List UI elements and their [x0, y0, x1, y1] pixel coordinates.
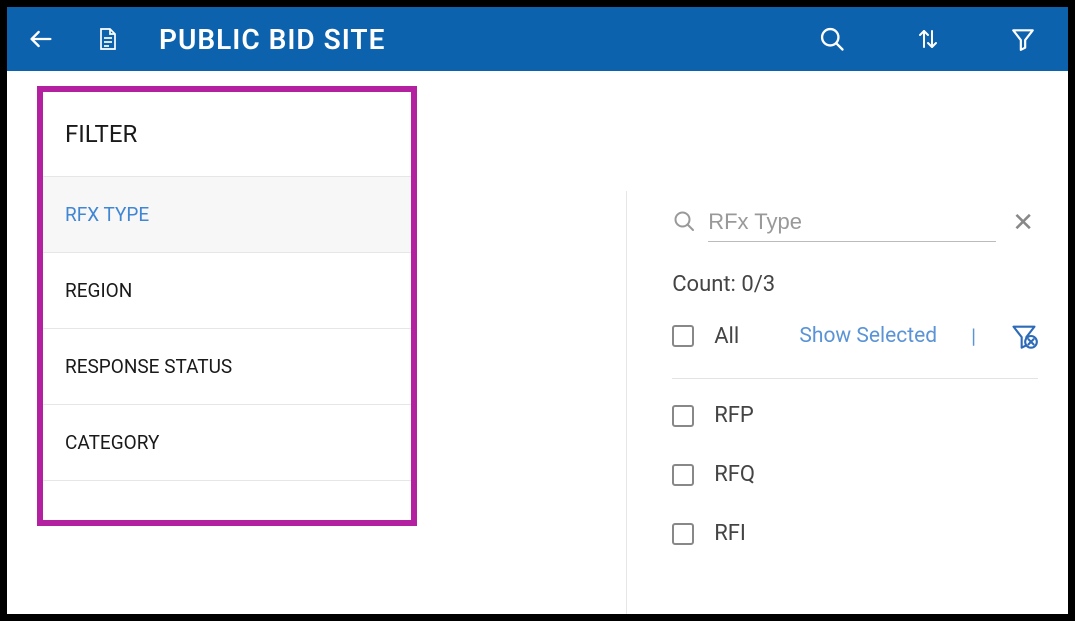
clear-search-icon[interactable]: ✕ — [1008, 208, 1038, 238]
outer-frame: PUBLIC BID SITE FILTER RFX TYPE REGION R… — [0, 0, 1075, 621]
app-header: PUBLIC BID SITE — [7, 7, 1068, 71]
filter-item-region[interactable]: REGION — [43, 253, 411, 329]
clear-filter-icon[interactable] — [1010, 322, 1038, 350]
option-row-rfp[interactable]: RFP — [672, 403, 1038, 428]
all-label: All — [714, 324, 739, 349]
option-list: RFP RFQ RFI — [672, 403, 1038, 546]
search-input[interactable] — [708, 203, 996, 242]
search-icon[interactable] — [818, 25, 846, 53]
option-label: RFQ — [714, 462, 755, 487]
option-label: RFP — [714, 403, 754, 428]
show-selected-link[interactable]: Show Selected — [799, 324, 937, 348]
checkbox-rfp[interactable] — [672, 405, 694, 427]
all-row: All Show Selected | — [672, 322, 1038, 379]
filter-icon[interactable] — [1010, 26, 1036, 52]
sort-icon[interactable] — [916, 24, 940, 54]
page-title: PUBLIC BID SITE — [159, 23, 385, 56]
header-left: PUBLIC BID SITE — [27, 23, 385, 56]
header-right — [818, 24, 1048, 54]
filter-sidebar: FILTER RFX TYPE REGION RESPONSE STATUS C… — [37, 86, 417, 526]
filter-item-response-status[interactable]: RESPONSE STATUS — [43, 329, 411, 405]
document-icon[interactable] — [95, 25, 119, 53]
option-row-rfq[interactable]: RFQ — [672, 462, 1038, 487]
divider: | — [971, 324, 976, 348]
option-row-rfi[interactable]: RFI — [672, 521, 1038, 546]
detail-panel: ✕ Count: 0/3 All Show Selected | RFP — [626, 191, 1068, 614]
checkbox-rfi[interactable] — [672, 523, 694, 545]
app-body: FILTER RFX TYPE REGION RESPONSE STATUS C… — [7, 71, 1068, 614]
app-frame: PUBLIC BID SITE FILTER RFX TYPE REGION R… — [7, 7, 1068, 614]
spacer — [432, 71, 626, 614]
filter-header: FILTER — [43, 92, 411, 177]
option-label: RFI — [714, 521, 746, 546]
filter-item-rfx-type[interactable]: RFX TYPE — [43, 177, 411, 253]
count-label: Count: 0/3 — [672, 272, 1038, 297]
checkbox-rfq[interactable] — [672, 464, 694, 486]
checkbox-all[interactable] — [672, 325, 694, 347]
back-icon[interactable] — [27, 25, 55, 53]
filter-item-category[interactable]: CATEGORY — [43, 405, 411, 481]
search-row: ✕ — [672, 191, 1038, 242]
search-input-icon — [672, 209, 696, 237]
